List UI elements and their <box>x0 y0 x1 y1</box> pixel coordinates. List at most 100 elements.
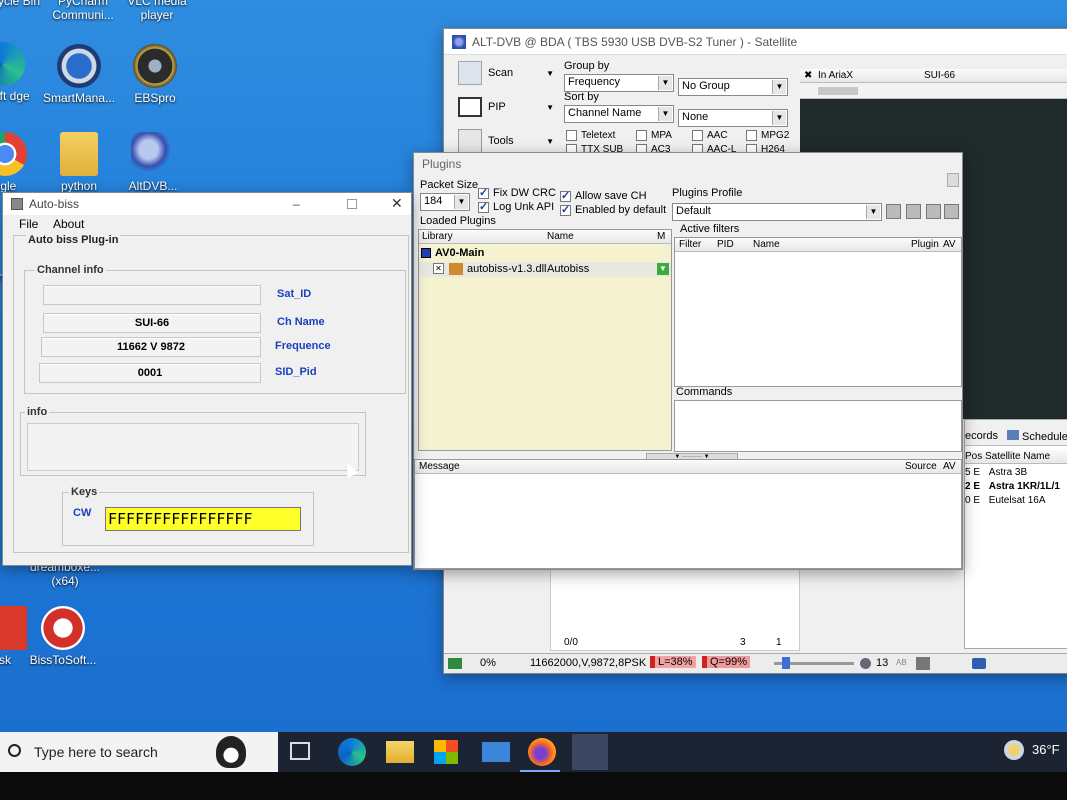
altdvb-title: ALT-DVB @ BDA ( TBS 5930 USB DVB-S2 Tune… <box>472 34 798 49</box>
search-box[interactable]: Type here to search <box>0 732 278 772</box>
scheduler-tab[interactable]: Scheduler <box>1007 430 1067 443</box>
vlc-shortcut[interactable]: VLC media player <box>118 0 196 22</box>
close-icon[interactable]: ✖ <box>804 70 812 81</box>
profile-select[interactable]: Default ▼ <box>672 203 882 221</box>
smartmanager-icon <box>57 44 101 88</box>
counts-row: 0/0 3 1 <box>550 637 964 651</box>
ebspro-shortcut[interactable]: EBSpro <box>116 44 194 105</box>
edge-shortcut[interactable]: rosoft dge <box>0 42 42 103</box>
message-pane: Message Source AV <box>414 459 962 569</box>
group-sort-panel: Group by Frequency ▼ No Group ▼ Sort by Ch… <box>562 59 789 159</box>
task-view-icon[interactable] <box>290 742 310 760</box>
filter-mpa[interactable]: MPA <box>636 129 672 142</box>
option-log-unk-api[interactable]: Log Unk API <box>478 200 554 213</box>
sort-by-select-2[interactable]: None ▼ <box>678 109 788 127</box>
pid-col: PID <box>717 239 734 250</box>
search-input[interactable]: Type here to search <box>34 744 158 760</box>
file-explorer-icon[interactable] <box>386 741 414 763</box>
profile-label: Plugins Profile <box>672 187 743 199</box>
delete-profile-icon[interactable] <box>944 204 959 219</box>
firefox-icon[interactable] <box>528 738 556 766</box>
list-item[interactable]: 2 E Astra 1KR/1L/1 <box>965 480 1067 494</box>
chrome-icon <box>0 132 27 176</box>
signal-quality: Q=99% <box>702 656 750 668</box>
sat-pos: 5 E <box>965 467 981 478</box>
plugin-row[interactable]: ✕ autobiss-v1.3.dll Autobiss ▼ <box>419 262 671 277</box>
volume-thumb[interactable] <box>782 657 790 669</box>
mail-icon[interactable] <box>482 742 510 762</box>
edge-taskbar-icon[interactable] <box>338 738 366 766</box>
autobiss-group-title: Auto biss Plug-in <box>26 234 121 246</box>
cw-input[interactable]: FFFFFFFFFFFFFFFF <box>105 507 301 531</box>
tools-icon <box>458 129 482 153</box>
remove-plugin-icon[interactable]: ✕ <box>433 263 444 274</box>
ch-name-field: SUI-66 <box>43 313 261 333</box>
filter-mpg2[interactable]: MPG2 <box>746 129 789 142</box>
info-group: info <box>20 406 366 476</box>
list-item[interactable]: 5 E Astra 3B <box>965 466 1067 480</box>
plugin-group-row[interactable]: AV0-Main <box>421 247 484 259</box>
m-col: M <box>657 231 666 242</box>
channel-header: ✖ In AriaX SUI-66 <box>800 69 1067 83</box>
python-shortcut[interactable]: python <box>40 132 118 193</box>
option-fix-dw-crc[interactable]: Fix DW CRC <box>478 186 556 199</box>
minimize-button[interactable]: – <box>293 197 307 211</box>
sort-by-value: Channel Name <box>568 107 642 119</box>
menu-about[interactable]: About <box>53 217 84 231</box>
autobiss-titlebar: Auto-biss – ✕ <box>3 193 411 215</box>
tab-records[interactable]: ecords <box>965 430 998 442</box>
packet-size-select[interactable]: 184 ▼ <box>420 193 470 211</box>
group-by-select[interactable]: Frequency ▼ <box>564 74 674 92</box>
group-by-select-2[interactable]: No Group ▼ <box>678 78 788 96</box>
smartmanager-shortcut[interactable]: SmartMana... <box>40 44 118 105</box>
penguin-icon <box>216 736 246 768</box>
settings-icon[interactable] <box>916 657 930 670</box>
checkbox <box>692 129 703 141</box>
bisstosoft-shortcut[interactable]: BissToSoft... <box>24 606 102 667</box>
chrome-shortcut[interactable]: ogle <box>0 132 44 193</box>
close-button[interactable]: ✕ <box>391 195 403 212</box>
av-col: AV <box>943 461 956 472</box>
option-enabled-by-default[interactable]: Enabled by default <box>560 203 666 216</box>
library-col: Library <box>422 231 453 242</box>
maximize-button[interactable] <box>347 199 357 209</box>
store-icon[interactable] <box>434 740 458 764</box>
ebspro-icon <box>133 44 177 88</box>
scan-button[interactable]: Scan ▼ <box>458 57 554 89</box>
count-label: 1 <box>776 637 782 648</box>
sort-by-select[interactable]: Channel Name ▼ <box>564 105 674 123</box>
menu-file[interactable]: File <box>19 217 38 231</box>
sat-name: Astra 1KR/1L/1 <box>988 481 1060 492</box>
pip-button[interactable]: PIP ▼ <box>458 91 554 123</box>
altdvb-app-icon <box>452 34 466 49</box>
channel-name-label: SUI-66 <box>924 70 956 81</box>
list-item[interactable]: 0 E Eutelsat 16A <box>965 494 1067 508</box>
option-label: Allow save CH <box>575 190 647 202</box>
tab-bar: ecords Scheduler <box>965 420 1067 446</box>
sort-by-label: Sort by <box>564 91 599 103</box>
edit-profile-icon[interactable] <box>926 204 941 219</box>
plugin-menu-icon[interactable]: ▼ <box>657 263 669 275</box>
tab-scheduler-label: Scheduler <box>1022 431 1067 443</box>
checkbox <box>478 200 489 213</box>
count-label: 0/0 <box>564 637 578 648</box>
plugins-titlebar: Plugins <box>414 153 962 187</box>
pycharm-shortcut[interactable]: PyCharm Communi... <box>44 0 122 22</box>
altdvb-taskbar-icon[interactable] <box>572 734 608 770</box>
filter-aac[interactable]: AAC <box>692 129 728 142</box>
copy-profile-icon[interactable] <box>906 204 921 219</box>
plugins-close-button[interactable] <box>947 173 959 187</box>
sat-name: Astra 3B <box>988 467 1028 478</box>
chevron-down-icon: ▼ <box>658 76 672 90</box>
autobiss-menubar: File About <box>3 215 411 233</box>
altdvb-shortcut[interactable]: AltDVB... <box>114 132 192 193</box>
save-profile-icon[interactable] <box>886 204 901 219</box>
info-textbox[interactable] <box>27 423 359 471</box>
option-allow-save-ch[interactable]: Allow save CH <box>560 189 647 202</box>
filter-teletext[interactable]: Teletext <box>566 129 615 142</box>
edge-label: rosoft dge <box>0 89 30 103</box>
name-col: Name <box>547 231 574 242</box>
filter-col: Filter <box>679 239 702 250</box>
camera-icon[interactable] <box>972 658 986 669</box>
active-filters-pane: Filter PID Name Plugin AV <box>674 237 962 387</box>
